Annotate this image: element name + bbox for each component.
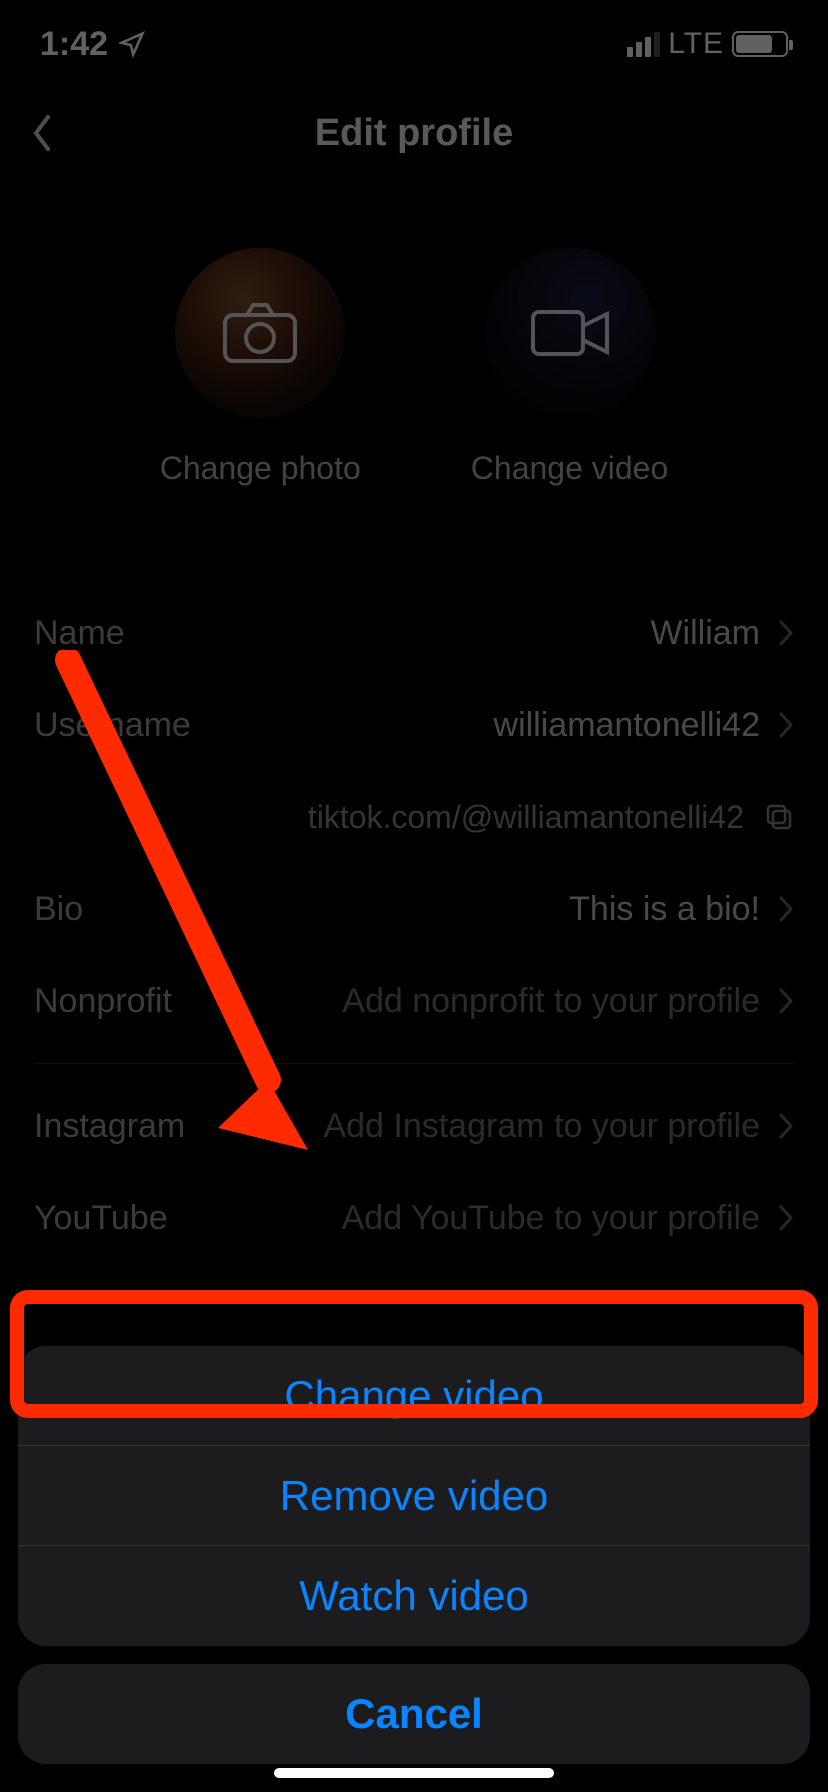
battery-icon [732, 31, 788, 57]
chevron-right-icon [778, 1112, 794, 1140]
sheet-remove-video-button[interactable]: Remove video [18, 1446, 810, 1546]
bio-value: This is a bio! [569, 890, 760, 929]
profile-link-text: tiktok.com/@williamantonelli42 [308, 799, 744, 836]
change-photo-label: Change photo [160, 450, 361, 487]
change-photo-button[interactable]: Change photo [160, 248, 361, 487]
youtube-row[interactable]: YouTube Add YouTube to your profile [0, 1172, 828, 1264]
back-button[interactable] [30, 113, 54, 153]
sheet-cancel-button[interactable]: Cancel [18, 1664, 810, 1764]
bio-label: Bio [34, 890, 83, 929]
change-video-label: Change video [471, 450, 668, 487]
youtube-placeholder: Add YouTube to your profile [342, 1199, 760, 1238]
chevron-right-icon [778, 987, 794, 1015]
status-time: 1:42 [40, 25, 108, 64]
nonprofit-label: Nonprofit [34, 982, 172, 1021]
home-indicator[interactable] [274, 1768, 554, 1778]
location-icon [118, 30, 146, 58]
signal-icon [627, 32, 660, 57]
youtube-label: YouTube [34, 1199, 168, 1238]
network-label: LTE [668, 27, 724, 61]
change-video-button[interactable]: Change video [471, 248, 668, 487]
instagram-label: Instagram [34, 1107, 185, 1146]
action-sheet: Change video Remove video Watch video Ca… [0, 1346, 828, 1792]
video-icon [529, 306, 611, 360]
status-bar: 1:42 LTE [0, 0, 828, 88]
page-title: Edit profile [315, 112, 513, 155]
username-label: Username [34, 706, 191, 745]
instagram-row[interactable]: Instagram Add Instagram to your profile [0, 1080, 828, 1172]
chevron-right-icon [778, 895, 794, 923]
profile-link-row[interactable]: tiktok.com/@williamantonelli42 [0, 771, 828, 863]
sheet-change-video-button[interactable]: Change video [18, 1346, 810, 1446]
nonprofit-row[interactable]: Nonprofit Add nonprofit to your profile [0, 955, 828, 1047]
chevron-right-icon [778, 1204, 794, 1232]
bio-row[interactable]: Bio This is a bio! [0, 863, 828, 955]
instagram-placeholder: Add Instagram to your profile [323, 1107, 760, 1146]
name-value: William [650, 614, 760, 653]
name-row[interactable]: Name William [0, 587, 828, 679]
copy-icon[interactable] [764, 802, 794, 832]
sheet-watch-video-button[interactable]: Watch video [18, 1546, 810, 1646]
nonprofit-placeholder: Add nonprofit to your profile [342, 982, 760, 1021]
username-row[interactable]: Username williamantonelli42 [0, 679, 828, 771]
nav-header: Edit profile [0, 88, 828, 178]
chevron-right-icon [778, 619, 794, 647]
name-label: Name [34, 614, 125, 653]
divider [34, 1063, 794, 1064]
camera-icon [221, 301, 299, 365]
username-value: williamantonelli42 [494, 706, 760, 745]
chevron-right-icon [778, 711, 794, 739]
